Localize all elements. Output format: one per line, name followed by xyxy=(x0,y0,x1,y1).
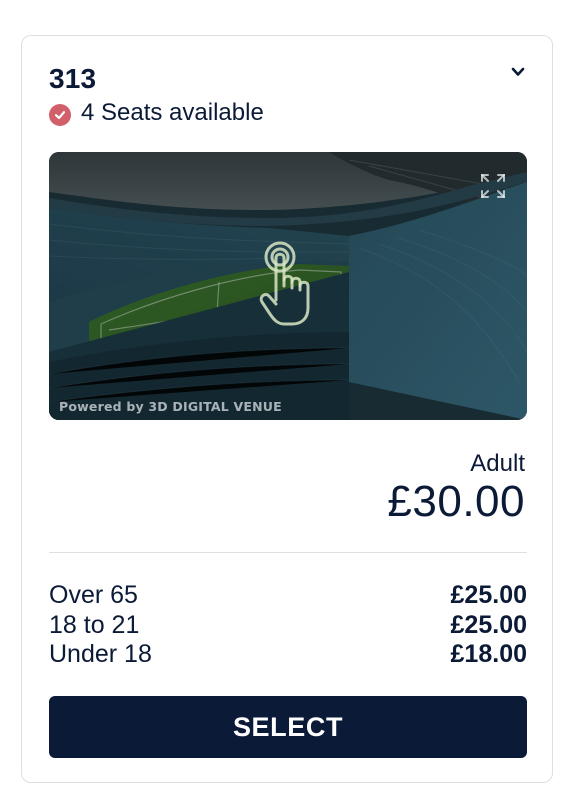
expand-icon[interactable] xyxy=(479,172,507,200)
concession-label: Over 65 xyxy=(49,581,138,610)
availability-text: 4 Seats available xyxy=(81,99,264,126)
tap-hand-icon xyxy=(259,241,310,326)
concession-label: 18 to 21 xyxy=(49,610,140,639)
section-title: 313 xyxy=(49,63,97,94)
price-row-18-to-21: 18 to 21 £25.00 xyxy=(49,611,527,641)
concession-label: Under 18 xyxy=(49,640,152,669)
check-circle-icon xyxy=(49,104,71,126)
section-card: 313 4 Seats available Powered by 3D DIGI… xyxy=(21,35,553,783)
ticket-price: £30.00 xyxy=(387,477,525,526)
concession-price: £18.00 xyxy=(450,640,527,669)
select-button[interactable]: SELECT xyxy=(49,696,527,758)
powered-by-caption: Powered by 3D DIGITAL VENUE xyxy=(59,399,282,414)
concession-price-list: Over 65 £25.00 18 to 21 £25.00 Under 18 … xyxy=(49,581,527,670)
availability-status: 4 Seats available xyxy=(49,98,264,128)
ticket-type-label: Adult xyxy=(470,450,525,477)
stadium-view-preview[interactable]: Powered by 3D DIGITAL VENUE xyxy=(49,152,527,420)
price-row-under-18: Under 18 £18.00 xyxy=(49,640,527,670)
divider xyxy=(49,552,527,553)
adult-price-block: Adult £30.00 xyxy=(387,450,525,526)
concession-price: £25.00 xyxy=(450,581,527,610)
chevron-down-icon[interactable] xyxy=(510,64,526,80)
concession-price: £25.00 xyxy=(450,610,527,639)
price-row-over-65: Over 65 £25.00 xyxy=(49,581,527,611)
